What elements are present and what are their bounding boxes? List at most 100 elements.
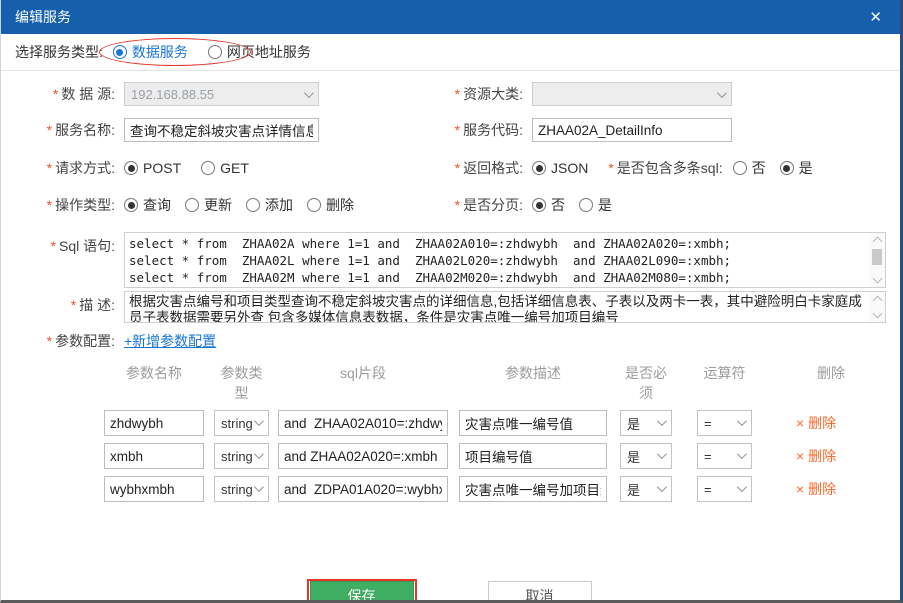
sql-textarea[interactable]: select * from ZHAA02A where 1=1 and ZHAA… bbox=[124, 232, 886, 288]
radio-web-url-service[interactable]: 网页地址服务 bbox=[208, 42, 311, 62]
param-table-header: 参数名称 参数类型 sql片段 参数描述 是否必须 运算符 删除 bbox=[104, 363, 886, 403]
chevron-down-icon bbox=[254, 482, 264, 492]
radio-data-service[interactable]: 数据服务 bbox=[113, 42, 188, 62]
sql-label: Sql 语句: bbox=[59, 238, 115, 254]
radio-selected-icon bbox=[532, 198, 546, 212]
param-operator-select[interactable]: = bbox=[697, 443, 752, 469]
chevron-down-icon bbox=[737, 482, 747, 492]
required-asterisk: * bbox=[455, 86, 460, 102]
dialog-titlebar: 编辑服务 ✕ bbox=[1, 0, 900, 34]
footer-buttons: 保存 取消 bbox=[15, 581, 886, 603]
required-asterisk: * bbox=[47, 197, 52, 213]
param-required-select[interactable]: 是 bbox=[620, 476, 672, 502]
chevron-down-icon bbox=[254, 449, 264, 459]
pagination-label: 是否分页: bbox=[463, 197, 523, 213]
param-type-select[interactable]: string bbox=[214, 476, 269, 502]
param-desc-input[interactable] bbox=[459, 443, 607, 469]
form-area: *数 据 源: 192.168.88.55 *资源大类: *服务名称: bbox=[1, 82, 900, 603]
radio-selected-icon bbox=[780, 161, 794, 175]
radio-unselected-icon bbox=[733, 161, 747, 175]
radio-paging-yes[interactable]: 是 bbox=[579, 195, 612, 215]
description-scrollbar[interactable] bbox=[869, 292, 885, 322]
data-source-select[interactable]: 192.168.88.55 bbox=[124, 82, 319, 106]
required-asterisk: * bbox=[455, 160, 460, 176]
param-table: 参数名称 参数类型 sql片段 参数描述 是否必须 运算符 删除 string … bbox=[104, 363, 886, 502]
data-source-label: 数 据 源: bbox=[61, 86, 115, 102]
sql-scrollbar[interactable] bbox=[869, 233, 885, 287]
param-desc-input[interactable] bbox=[459, 410, 607, 436]
param-name-input[interactable] bbox=[104, 476, 204, 502]
radio-op-delete[interactable]: 删除 bbox=[307, 195, 354, 215]
required-asterisk: * bbox=[47, 333, 52, 349]
radio-op-query[interactable]: 查询 bbox=[124, 195, 171, 215]
description-text: 根据灾害点编号和项目类型查询不稳定斜坡灾害点的详细信息,包括详细信息表、子表以及… bbox=[129, 294, 867, 322]
radio-multisql-no[interactable]: 否 bbox=[733, 158, 766, 178]
required-asterisk: * bbox=[455, 122, 460, 138]
param-name-input[interactable] bbox=[104, 410, 204, 436]
request-method-label: 请求方式: bbox=[55, 160, 115, 176]
param-desc-input[interactable] bbox=[459, 476, 607, 502]
scroll-up-icon[interactable] bbox=[872, 237, 882, 247]
radio-unselected-icon bbox=[185, 198, 199, 212]
col-header-required: 是否必须 bbox=[620, 363, 672, 403]
required-asterisk: * bbox=[608, 160, 613, 176]
service-code-input[interactable] bbox=[532, 118, 732, 142]
service-code-label: 服务代码: bbox=[463, 122, 523, 138]
param-sql-input[interactable] bbox=[278, 410, 448, 436]
scroll-down-icon[interactable] bbox=[872, 309, 882, 319]
required-asterisk: * bbox=[71, 297, 76, 313]
param-row: string 是 = × 删除 bbox=[104, 443, 886, 469]
radio-get[interactable]: GET bbox=[201, 160, 249, 176]
resource-category-select[interactable] bbox=[532, 82, 732, 106]
required-asterisk: * bbox=[455, 197, 460, 213]
service-type-row: 选择服务类型: 数据服务 网页地址服务 bbox=[1, 34, 900, 71]
radio-op-update[interactable]: 更新 bbox=[185, 195, 232, 215]
chevron-down-icon bbox=[657, 416, 667, 426]
scroll-up-icon[interactable] bbox=[872, 296, 882, 306]
radio-op-add[interactable]: 添加 bbox=[246, 195, 293, 215]
multi-sql-label: 是否包含多条sql: bbox=[617, 160, 723, 176]
save-button[interactable]: 保存 bbox=[310, 581, 414, 603]
param-type-select[interactable]: string bbox=[214, 410, 269, 436]
radio-selected-icon bbox=[532, 161, 546, 175]
scrollbar-thumb[interactable] bbox=[872, 249, 882, 265]
param-operator-select[interactable]: = bbox=[697, 410, 752, 436]
param-required-select[interactable]: 是 bbox=[620, 410, 672, 436]
col-header-sql-fragment: sql片段 bbox=[278, 363, 448, 403]
param-row: string 是 = × 删除 bbox=[104, 410, 886, 436]
required-asterisk: * bbox=[47, 160, 52, 176]
radio-unselected-icon bbox=[208, 45, 222, 59]
radio-paging-no[interactable]: 否 bbox=[532, 195, 565, 215]
param-type-select[interactable]: string bbox=[214, 443, 269, 469]
close-icon[interactable]: ✕ bbox=[865, 6, 886, 28]
col-header-param-desc: 参数描述 bbox=[459, 363, 607, 403]
required-asterisk: * bbox=[47, 122, 52, 138]
radio-post[interactable]: POST bbox=[124, 160, 181, 176]
radio-multisql-yes[interactable]: 是 bbox=[780, 158, 813, 178]
edit-service-dialog: 编辑服务 ✕ 选择服务类型: 数据服务 网页地址服务 * 数 据 源: 192.1… bbox=[0, 0, 903, 603]
param-delete-link[interactable]: × 删除 bbox=[796, 481, 836, 497]
chevron-down-icon bbox=[657, 482, 667, 492]
chevron-down-icon bbox=[657, 449, 667, 459]
radio-json[interactable]: JSON bbox=[532, 160, 588, 176]
param-name-input[interactable] bbox=[104, 443, 204, 469]
radio-selected-icon bbox=[113, 45, 127, 59]
param-required-select[interactable]: 是 bbox=[620, 443, 672, 469]
param-delete-link[interactable]: × 删除 bbox=[796, 415, 836, 431]
radio-unselected-icon bbox=[307, 198, 321, 212]
col-header-param-name: 参数名称 bbox=[104, 363, 204, 403]
param-delete-link[interactable]: × 删除 bbox=[796, 448, 836, 464]
param-operator-select[interactable]: = bbox=[697, 476, 752, 502]
radio-unselected-icon bbox=[246, 198, 260, 212]
chevron-down-icon bbox=[254, 416, 264, 426]
param-sql-input[interactable] bbox=[278, 476, 448, 502]
add-param-link[interactable]: +新增参数配置 bbox=[124, 331, 216, 351]
resource-category-label: 资源大类: bbox=[463, 86, 523, 102]
col-header-delete: 删除 bbox=[796, 363, 866, 403]
description-textarea[interactable]: 根据灾害点编号和项目类型查询不稳定斜坡灾害点的详细信息,包括详细信息表、子表以及… bbox=[124, 291, 886, 323]
chevron-down-icon bbox=[304, 88, 314, 98]
scroll-down-icon[interactable] bbox=[872, 274, 882, 284]
service-name-input[interactable] bbox=[124, 118, 319, 142]
param-sql-input[interactable] bbox=[278, 443, 448, 469]
cancel-button[interactable]: 取消 bbox=[488, 581, 592, 603]
